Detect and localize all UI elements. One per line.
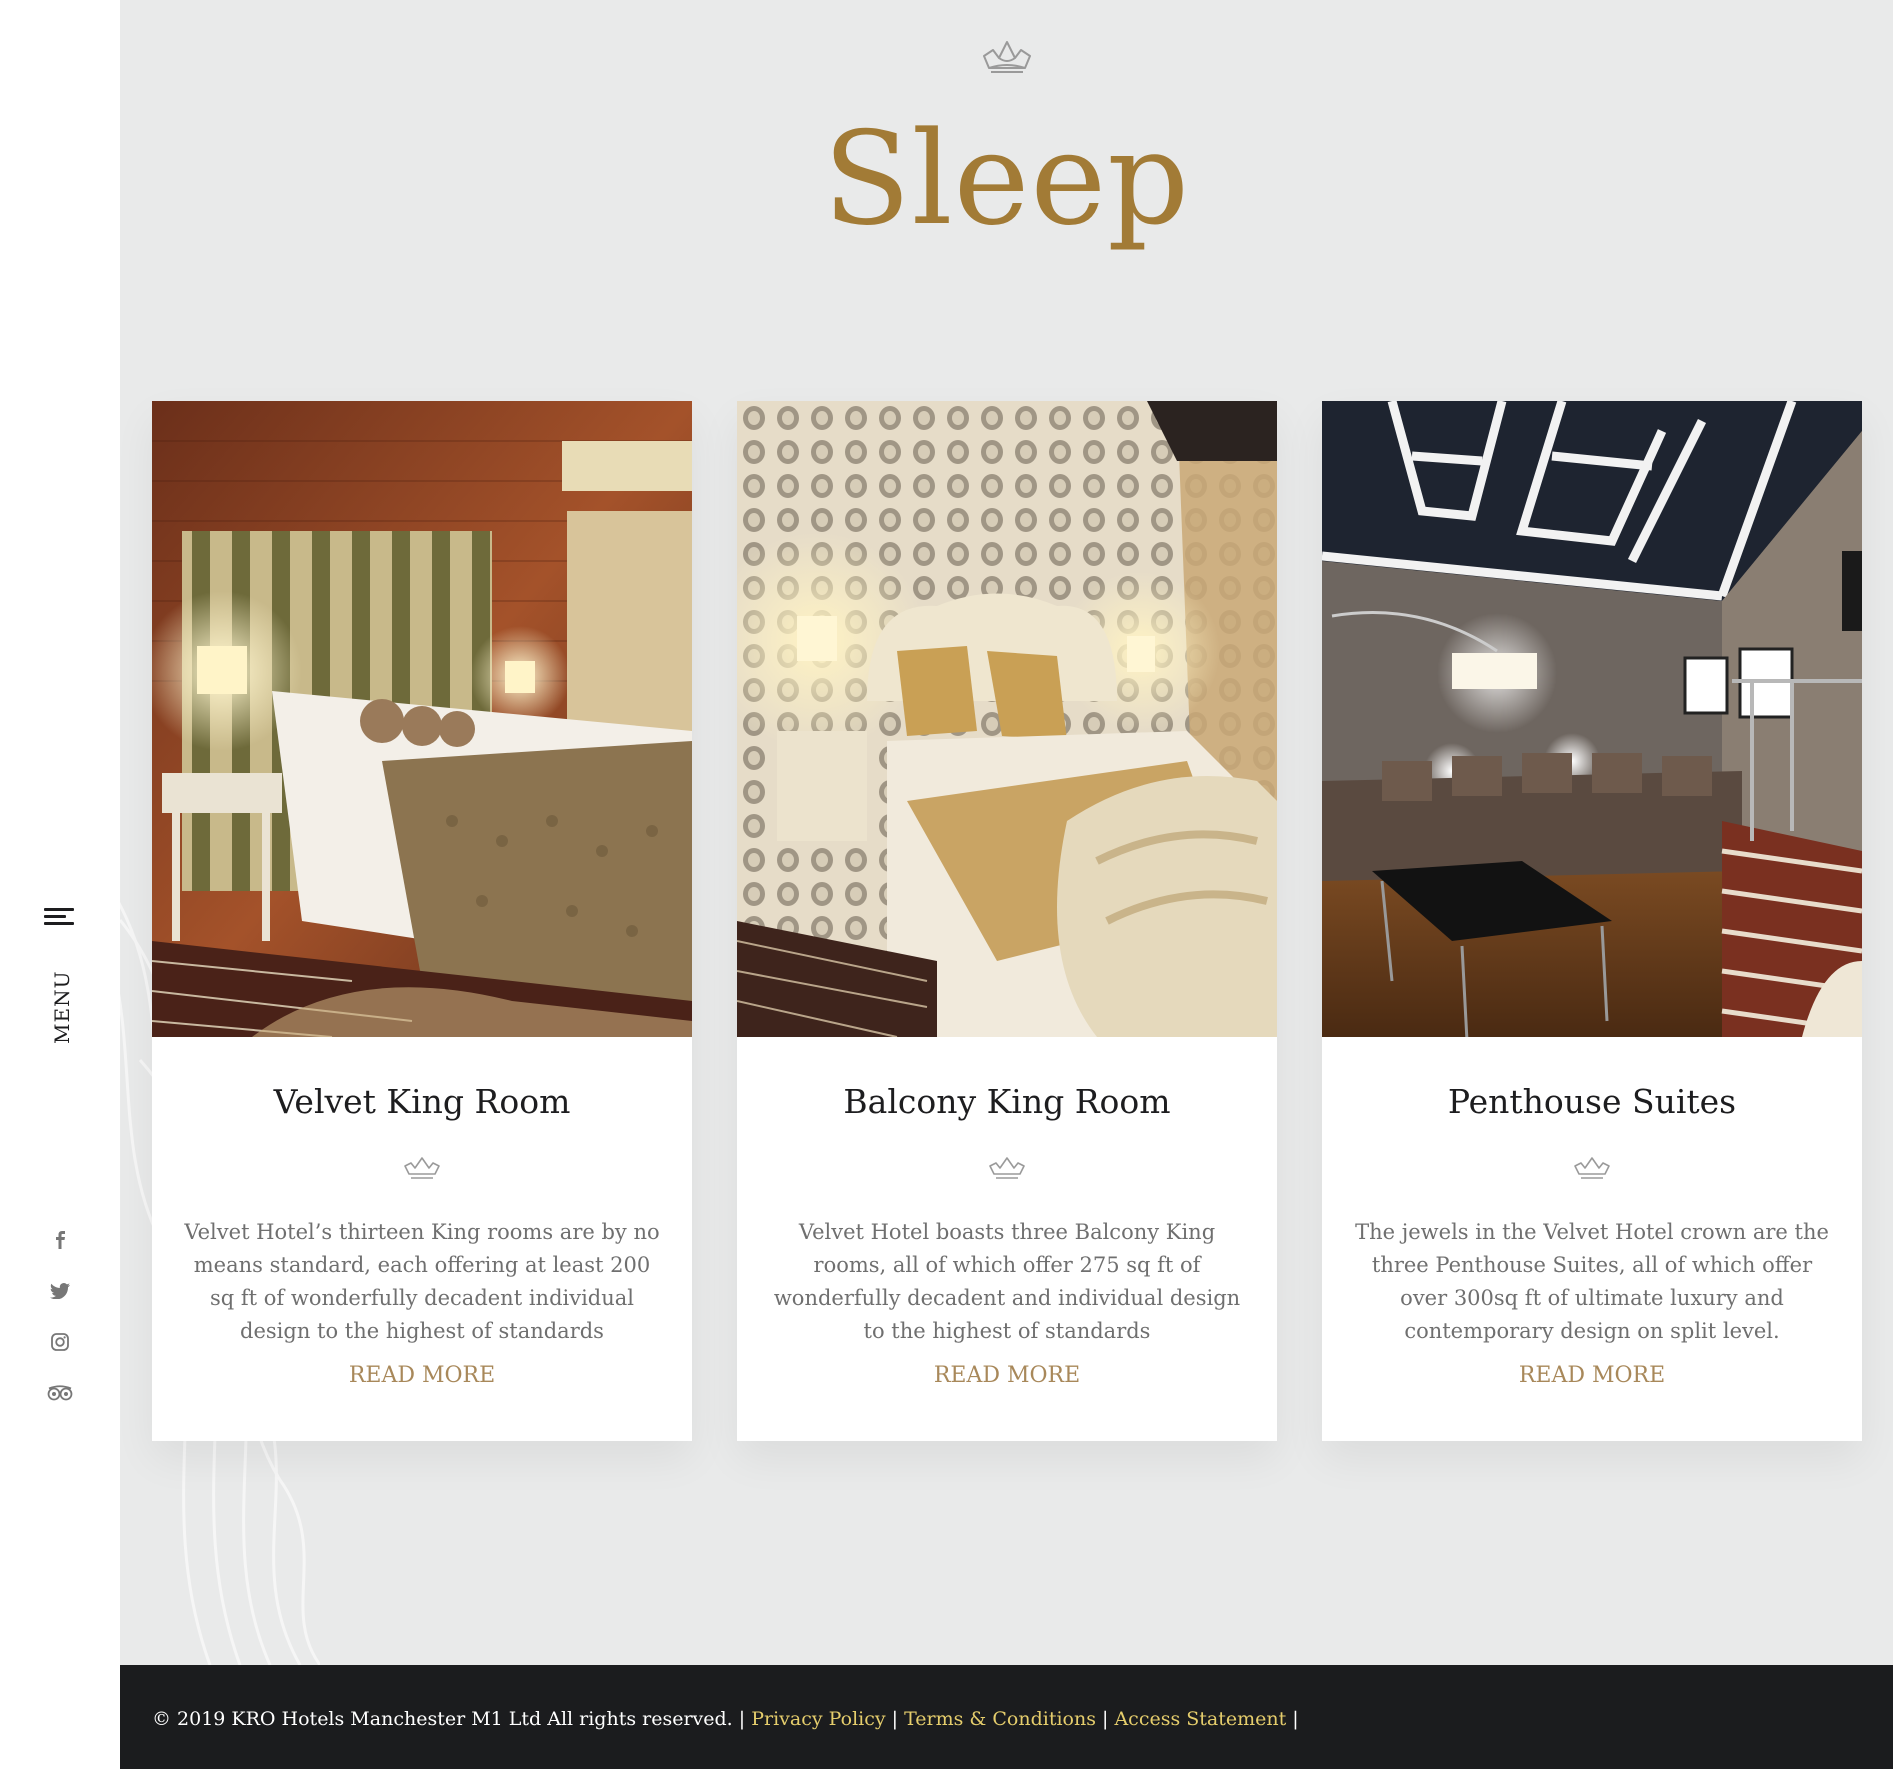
crown-divider-icon: [404, 1157, 440, 1179]
twitter-icon[interactable]: [46, 1277, 74, 1305]
read-more-link[interactable]: READ MORE: [737, 1361, 1277, 1391]
separator: |: [732, 1708, 752, 1730]
room-description: The jewels in the Velvet Hotel crown are…: [1355, 1220, 1829, 1343]
footer: © 2019 KRO Hotels Manchester M1 Ltd All …: [120, 1665, 1893, 1769]
separator: |: [1095, 1708, 1115, 1730]
facebook-icon[interactable]: [46, 1226, 74, 1254]
hamburger-menu-icon[interactable]: [44, 905, 76, 929]
room-card-velvet-king: Velvet King Room Velvet Hotel’s thirteen…: [152, 401, 692, 1441]
page: MENU Sleep Velvet King Room Velvet Hotel…: [0, 0, 1893, 1769]
page-title: Sleep: [822, 105, 1191, 254]
crown-divider-icon: [1574, 1157, 1610, 1179]
read-more-link[interactable]: READ MORE: [1322, 1361, 1862, 1391]
tripadvisor-icon[interactable]: [46, 1379, 74, 1407]
access-statement-link[interactable]: Access Statement: [1114, 1708, 1286, 1730]
room-image-balcony-king[interactable]: [737, 401, 1277, 1037]
room-description: Velvet Hotel boasts three Balcony King r…: [773, 1220, 1241, 1343]
room-image-velvet-king[interactable]: [152, 401, 692, 1037]
room-card-penthouse-suites: Penthouse Suites The jewels in the Velve…: [1322, 401, 1862, 1441]
copyright-text: © 2019 KRO Hotels Manchester M1 Ltd All …: [152, 1708, 733, 1730]
privacy-policy-link[interactable]: Privacy Policy: [751, 1708, 885, 1730]
read-more-link[interactable]: READ MORE: [152, 1361, 692, 1391]
main-section: Sleep Velvet King Room Velvet Hotel’s th…: [120, 0, 1893, 1665]
crown-logo-icon: [983, 41, 1031, 73]
room-image-penthouse-suites[interactable]: [1322, 401, 1862, 1037]
instagram-icon[interactable]: [46, 1328, 74, 1356]
sidebar: MENU: [0, 0, 120, 1769]
room-description: Velvet Hotel’s thirteen King rooms are b…: [184, 1220, 660, 1343]
room-title: Balcony King Room: [843, 1082, 1171, 1121]
separator: |: [1286, 1708, 1299, 1730]
room-card-balcony-king: Balcony King Room Velvet Hotel boasts th…: [737, 401, 1277, 1441]
room-title: Penthouse Suites: [1447, 1082, 1737, 1121]
menu-label[interactable]: MENU: [50, 971, 74, 1044]
room-title: Velvet King Room: [273, 1082, 571, 1121]
footer-text: © 2019 KRO Hotels Manchester M1 Ltd All …: [152, 1705, 1299, 1733]
crown-divider-icon: [989, 1157, 1025, 1179]
terms-conditions-link[interactable]: Terms & Conditions: [904, 1708, 1096, 1730]
separator: |: [885, 1708, 905, 1730]
